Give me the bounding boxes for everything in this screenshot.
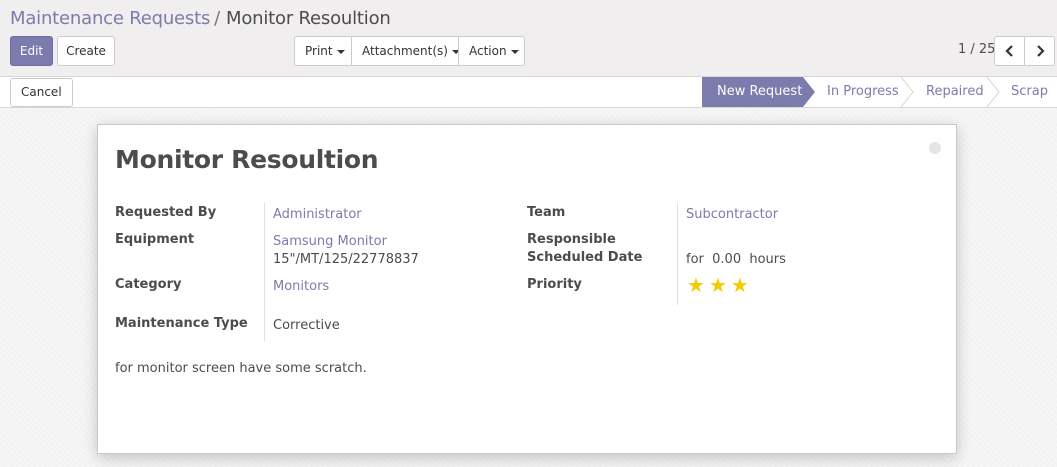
action-dropdown[interactable]: Action bbox=[458, 36, 525, 66]
breadcrumb: Maintenance Requests / Monitor Resoultion bbox=[10, 8, 391, 30]
duration-unit: hours bbox=[749, 252, 786, 267]
priority-stars[interactable]: ★ ★ ★ bbox=[687, 276, 749, 296]
caret-down-icon bbox=[336, 49, 345, 54]
duration-field[interactable]: for 0.00 hours bbox=[686, 251, 786, 269]
form-sheet: Monitor Resoultion Requested By Administ… bbox=[97, 124, 957, 454]
column-divider bbox=[677, 203, 678, 305]
statusbar: Cancel New Request In Progress Repaired … bbox=[0, 77, 1057, 108]
breadcrumb-separator: / bbox=[214, 8, 221, 29]
stage-repaired[interactable]: Repaired bbox=[914, 77, 986, 107]
scheduled-date-label: Scheduled Date bbox=[527, 250, 643, 265]
edit-button[interactable]: Edit bbox=[10, 36, 53, 66]
pager-previous-button[interactable] bbox=[994, 36, 1025, 66]
duration-value: 0.00 bbox=[712, 252, 742, 267]
category-label: Category bbox=[115, 277, 182, 292]
priority-label: Priority bbox=[527, 277, 582, 292]
stage-separator-arrow bbox=[900, 77, 914, 107]
request-title[interactable]: Monitor Resoultion bbox=[115, 145, 379, 174]
print-label: Print bbox=[305, 44, 333, 58]
caret-down-icon bbox=[510, 49, 519, 54]
team-label: Team bbox=[527, 205, 566, 220]
print-dropdown[interactable]: Print bbox=[294, 36, 352, 66]
responsible-label: Responsible bbox=[527, 232, 616, 247]
column-divider bbox=[264, 203, 265, 341]
action-label: Action bbox=[469, 44, 507, 58]
stage-scrap[interactable]: Scrap bbox=[1000, 77, 1057, 107]
maintenance-type-label: Maintenance Type bbox=[115, 316, 248, 331]
requested-by-label: Requested By bbox=[115, 205, 217, 220]
equipment-serial: 15"/MT/125/22778837 bbox=[273, 252, 419, 267]
category-value[interactable]: Monitors bbox=[273, 278, 329, 296]
breadcrumb-current: Monitor Resoultion bbox=[226, 8, 391, 29]
breadcrumb-parent-link[interactable]: Maintenance Requests bbox=[10, 8, 210, 29]
kanban-state-indicator[interactable] bbox=[929, 142, 941, 154]
stage-separator-arrow bbox=[986, 77, 1000, 107]
chevron-right-icon bbox=[1036, 45, 1045, 57]
create-button[interactable]: Create bbox=[57, 36, 115, 66]
control-panel: Maintenance Requests / Monitor Resoultion … bbox=[0, 0, 1057, 77]
chevron-left-icon bbox=[1004, 45, 1013, 57]
star-icon[interactable]: ★ bbox=[731, 276, 749, 296]
equipment-label: Equipment bbox=[115, 232, 195, 247]
maintenance-type-value[interactable]: Corrective bbox=[273, 317, 340, 335]
pager-value[interactable]: 1 / 25 bbox=[958, 42, 995, 57]
pager-next-button[interactable] bbox=[1024, 36, 1055, 66]
cancel-button[interactable]: Cancel bbox=[10, 78, 73, 107]
stage-in-progress[interactable]: In Progress bbox=[815, 77, 900, 107]
attachments-label: Attachment(s) bbox=[362, 44, 448, 58]
star-icon[interactable]: ★ bbox=[687, 276, 705, 296]
team-value[interactable]: Subcontractor bbox=[686, 206, 778, 224]
equipment-value[interactable]: Samsung Monitor bbox=[273, 233, 387, 251]
star-icon[interactable]: ★ bbox=[709, 276, 727, 296]
duration-prefix: for bbox=[686, 252, 704, 267]
attachments-dropdown[interactable]: Attachment(s) bbox=[351, 36, 460, 66]
request-description[interactable]: for monitor screen have some scratch. bbox=[115, 361, 367, 376]
stage-new-request[interactable]: New Request bbox=[702, 77, 803, 107]
requested-by-value[interactable]: Administrator bbox=[273, 206, 362, 224]
